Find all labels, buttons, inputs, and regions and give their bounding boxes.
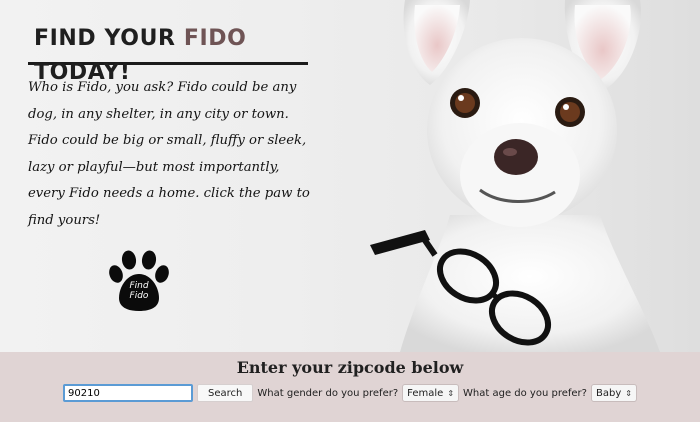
chevron-updown-icon: ⇕	[447, 388, 455, 398]
chevron-updown-icon: ⇕	[625, 388, 632, 398]
title-accent: Fido	[183, 26, 247, 51]
title-prefix: Find your	[34, 26, 176, 51]
intro-text: Who is Fido, you ask? Fido could be any …	[28, 80, 310, 228]
search-button[interactable]: Search	[197, 384, 254, 402]
search-bar: Enter your zipcode below Search What gen…	[0, 352, 700, 422]
page: Find your Fido today! Who is Fido, you a…	[0, 0, 700, 422]
gender-select-value: Female	[407, 387, 444, 399]
dog-photo	[370, 0, 660, 352]
hero-copy: Find your Fido today! Who is Fido, you a…	[28, 22, 310, 234]
search-heading: Enter your zipcode below	[236, 358, 464, 377]
age-select[interactable]: Baby ⇕	[590, 384, 637, 402]
gender-label: What gender do you prefer?	[257, 387, 399, 399]
page-title: Find your Fido today!	[28, 22, 310, 85]
search-controls: Search What gender do you prefer? Female…	[0, 382, 700, 404]
gender-select[interactable]: Female ⇕	[402, 384, 460, 402]
find-fido-button[interactable]: Find Fido	[106, 248, 172, 314]
find-fido-label-line1: Find	[129, 281, 149, 291]
hero-section: Find your Fido today! Who is Fido, you a…	[0, 0, 700, 352]
age-label: What age do you prefer?	[463, 387, 587, 399]
zipcode-input[interactable]	[63, 384, 194, 402]
find-fido-label-line2: Fido	[129, 291, 149, 301]
find-fido-label: Find Fido	[121, 281, 157, 301]
age-select-value: Baby	[595, 387, 622, 399]
